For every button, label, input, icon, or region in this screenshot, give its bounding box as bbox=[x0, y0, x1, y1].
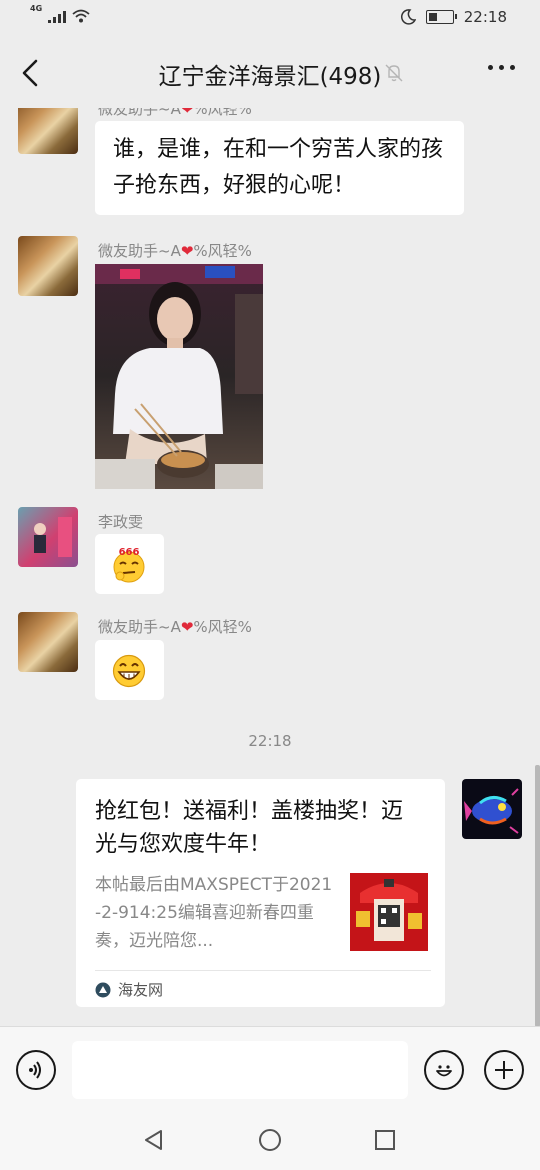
more-icon[interactable] bbox=[488, 65, 515, 70]
photo-image bbox=[95, 264, 263, 489]
nav-back-icon[interactable] bbox=[142, 1128, 166, 1152]
my-avatar[interactable] bbox=[462, 779, 522, 839]
scrollbar[interactable] bbox=[535, 765, 540, 1027]
card-source-name: 海友网 bbox=[118, 981, 164, 999]
emoji-icon[interactable] bbox=[424, 1050, 464, 1090]
message-input[interactable] bbox=[72, 1041, 408, 1099]
signal-icon bbox=[48, 11, 67, 23]
sender-name: 微友助手~A❤%风轻% bbox=[98, 242, 252, 260]
sticker-bubble[interactable]: 666 bbox=[95, 534, 164, 594]
battery-fill bbox=[428, 13, 437, 21]
link-card[interactable]: 抢红包！送福利！盖楼抽奖！迈光与您欢度牛年！ 本帖最后由MAXSPECT于202… bbox=[76, 779, 445, 1007]
network-type: 4G bbox=[30, 4, 43, 13]
moon-icon bbox=[400, 9, 416, 25]
sender-name: 微友助手~A❤%风轻% bbox=[98, 618, 252, 636]
avatar[interactable] bbox=[18, 612, 78, 672]
status-bar: 4G 22:18 bbox=[0, 0, 540, 38]
voice-icon[interactable] bbox=[16, 1050, 56, 1090]
chat-screen: 4G 22:18 辽宁金洋海景汇(498) 微友助手~A❤%风轻% 谁，是谁，在… bbox=[0, 0, 540, 1170]
avatar[interactable] bbox=[18, 507, 78, 567]
status-time: 22:18 bbox=[463, 8, 507, 26]
text-bubble[interactable]: 谁，是谁，在和一个穷苦人家的孩子抢东西，好狠的心呢！ bbox=[95, 121, 464, 215]
sender-name: 李政雯 bbox=[98, 513, 144, 531]
thinking-emoji-icon: 666 bbox=[113, 547, 145, 583]
status-right: 22:18 bbox=[400, 8, 507, 26]
input-bar bbox=[0, 1026, 540, 1110]
card-divider bbox=[95, 970, 431, 971]
card-source: 海友网 bbox=[95, 979, 163, 1000]
card-description: 本帖最后由MAXSPECT于2021-2-914:25编辑喜迎新春四重奏，迈光陪… bbox=[95, 875, 333, 951]
card-thumbnail bbox=[350, 873, 428, 951]
nav-home-icon[interactable] bbox=[258, 1128, 282, 1152]
plus-icon[interactable] bbox=[484, 1050, 524, 1090]
system-navigation-bar bbox=[0, 1110, 540, 1170]
source-logo-icon bbox=[95, 982, 111, 997]
chat-title[interactable]: 辽宁金洋海景汇(498) bbox=[0, 57, 540, 91]
status-left: 4G bbox=[30, 5, 90, 23]
avatar[interactable] bbox=[18, 236, 78, 296]
card-title: 抢红包！送福利！盖楼抽奖！迈光与您欢度牛年！ bbox=[95, 799, 404, 857]
sticker-bubble[interactable] bbox=[95, 640, 164, 700]
sender-name: 微友助手~A❤%风轻% bbox=[98, 108, 252, 118]
mute-icon bbox=[385, 64, 403, 82]
grin-emoji-icon bbox=[112, 654, 146, 688]
battery-icon bbox=[425, 10, 457, 24]
message-text: 谁，是谁，在和一个穷苦人家的孩子抢东西，好狠的心呢！ bbox=[113, 137, 444, 198]
sticker-text: 666 bbox=[119, 547, 140, 558]
nav-recents-icon[interactable] bbox=[373, 1128, 397, 1152]
time-divider: 22:18 bbox=[248, 732, 292, 750]
message-list[interactable]: 微友助手~A❤%风轻% 谁，是谁，在和一个穷苦人家的孩子抢东西，好狠的心呢！ 微… bbox=[0, 108, 540, 1026]
wifi-icon bbox=[72, 9, 90, 23]
avatar[interactable] bbox=[18, 108, 78, 154]
image-message[interactable] bbox=[95, 264, 263, 489]
chat-header: 辽宁金洋海景汇(498) bbox=[0, 38, 540, 108]
